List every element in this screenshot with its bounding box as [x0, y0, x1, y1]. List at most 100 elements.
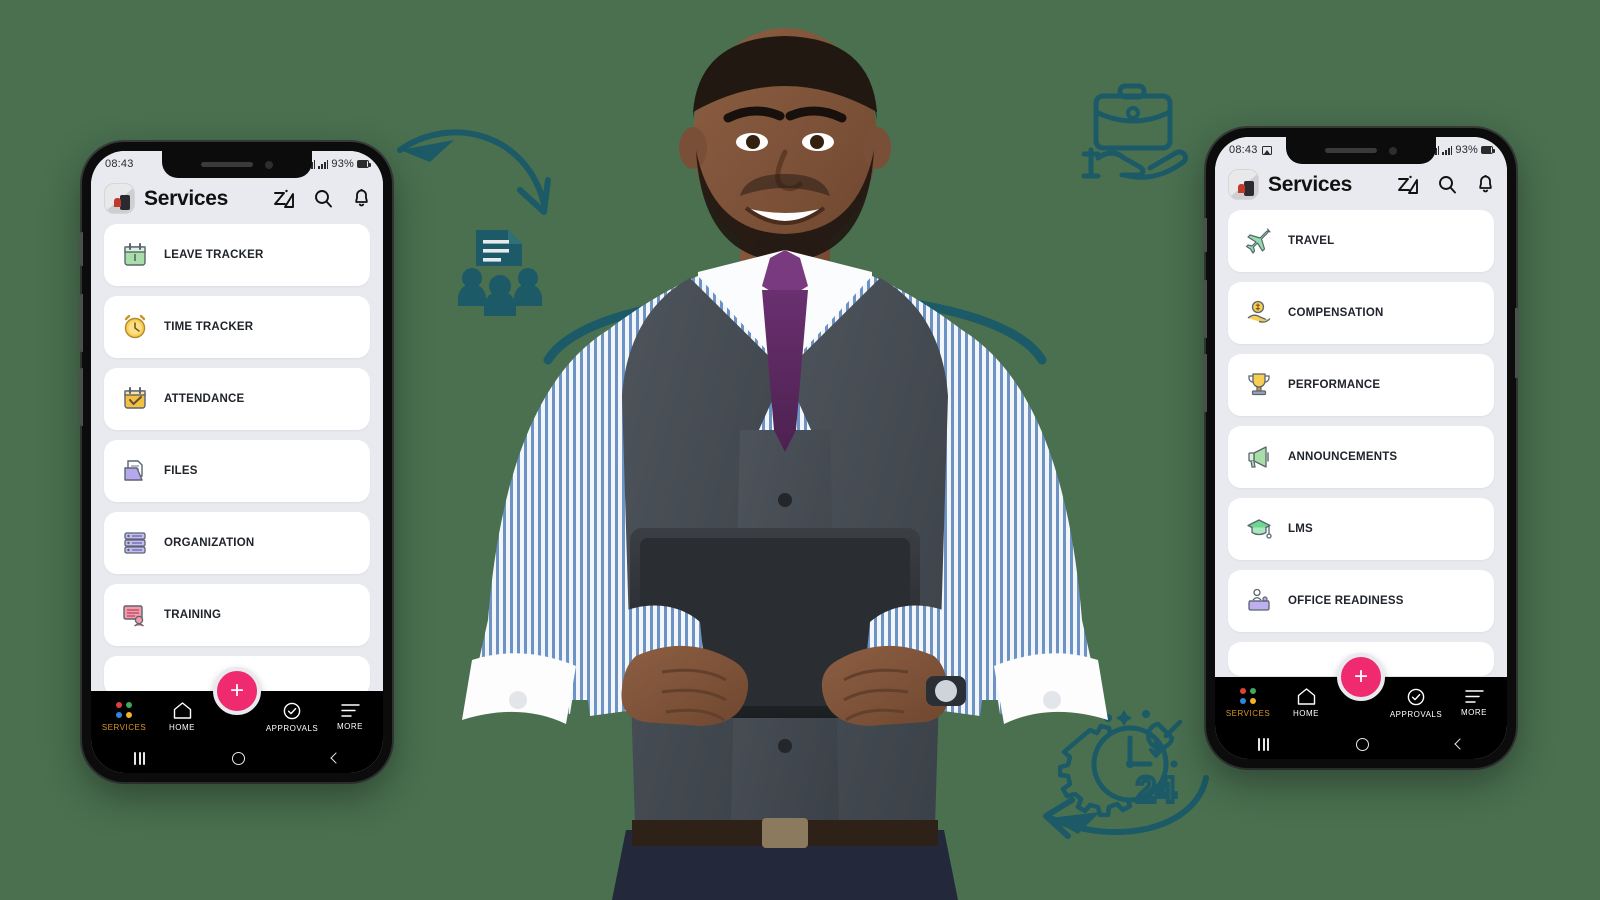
app-header-right: Services [1215, 163, 1507, 210]
back-button[interactable] [1453, 738, 1466, 750]
nav-item-more[interactable]: MORE [321, 691, 379, 743]
signal-icon-2 [1442, 145, 1453, 155]
calendar-leave-icon [122, 242, 148, 268]
alarm-clock-icon [122, 314, 148, 340]
service-card-announcements[interactable]: ANNOUNCEMENTS [1228, 426, 1494, 488]
add-button[interactable]: + [1337, 653, 1385, 701]
nav-label: HOME [169, 723, 195, 732]
service-label: TIME TRACKER [164, 321, 254, 333]
service-list-left: LEAVE TRACKER TIME TRACKER ATTENDANCE FI… [91, 224, 383, 691]
battery-icon [357, 160, 371, 168]
battery-percent: 93% [1455, 144, 1478, 156]
service-card-performance[interactable]: PERFORMANCE [1228, 354, 1494, 416]
search-icon[interactable] [314, 189, 333, 208]
battery-icon [1481, 146, 1495, 154]
brand-logo-icon[interactable] [1397, 175, 1418, 194]
airplane-icon [1245, 228, 1272, 254]
nav-label: HOME [1293, 709, 1319, 718]
service-card-training[interactable]: TRAINING [104, 584, 370, 646]
phone-right-screen: 08:43 93% Services TRAVEL COMPENSATION P… [1215, 137, 1507, 759]
search-icon[interactable] [1438, 175, 1457, 194]
training-board-icon [122, 602, 148, 628]
service-list-right: TRAVEL COMPENSATION PERFORMANCE ANNOUNCE… [1215, 210, 1507, 677]
trophy-icon [1246, 372, 1272, 398]
nav-label: MORE [337, 722, 363, 731]
service-card-organization[interactable]: ORGANIZATION [104, 512, 370, 574]
phone-right: 08:43 93% Services TRAVEL COMPENSATION P… [1203, 128, 1519, 768]
service-label: PERFORMANCE [1288, 379, 1381, 391]
service-card-attendance[interactable]: ATTENDANCE [104, 368, 370, 430]
nav-item-home[interactable]: HOME [153, 691, 211, 743]
service-card-leave-tracker[interactable]: LEAVE TRACKER [104, 224, 370, 286]
service-label: TRAINING [164, 609, 222, 621]
nav-item-home[interactable]: HOME [1277, 677, 1335, 729]
phone-side-button[interactable] [79, 368, 83, 426]
money-in-hand-icon [1246, 300, 1272, 326]
back-button[interactable] [329, 752, 342, 764]
page-title: Services [144, 186, 229, 210]
service-label: COMPENSATION [1288, 307, 1384, 319]
nav-item-more[interactable]: MORE [1445, 677, 1503, 729]
service-label: LMS [1288, 523, 1313, 535]
calendar-check-icon [122, 386, 148, 412]
nav-label: SERVICES [1225, 709, 1271, 718]
phone-left: 08:43 93% Services LEAVE TRACKER TIME TR… [79, 142, 392, 782]
service-label: TRAVEL [1288, 235, 1335, 247]
nav-item-approvals[interactable]: APPROVALS [263, 691, 321, 743]
avatar[interactable] [1228, 169, 1259, 200]
graduation-cap-icon [1246, 516, 1272, 542]
service-card-time-tracker[interactable]: TIME TRACKER [104, 296, 370, 358]
hamburger-menu-icon [1464, 690, 1484, 703]
hamburger-menu-icon [340, 704, 360, 717]
service-card-files[interactable]: FILES [104, 440, 370, 502]
service-card-compensation[interactable]: COMPENSATION [1228, 282, 1494, 344]
avatar[interactable] [104, 183, 135, 214]
system-nav-right [1215, 729, 1507, 759]
phone-power-button[interactable] [1515, 308, 1519, 378]
service-card-travel[interactable]: TRAVEL [1228, 210, 1494, 272]
recents-button[interactable] [1258, 737, 1270, 751]
add-button[interactable]: + [213, 667, 261, 715]
front-camera [265, 160, 273, 169]
front-camera [1389, 146, 1397, 155]
system-nav-left [91, 743, 383, 773]
earpiece-speaker [201, 162, 253, 167]
service-card-lms[interactable]: LMS [1228, 498, 1494, 560]
nav-label: MORE [1461, 708, 1487, 717]
service-label: ORGANIZATION [164, 537, 255, 549]
earpiece-speaker [1325, 148, 1377, 153]
app-header-left: Services [91, 177, 383, 224]
status-time: 08:43 [1229, 144, 1258, 156]
service-card-office-readiness[interactable]: OFFICE READINESS [1228, 570, 1494, 632]
home-button[interactable] [231, 751, 245, 765]
folder-files-icon [122, 458, 148, 484]
status-bar-right: 08:43 93% [1215, 137, 1507, 164]
service-label: ANNOUNCEMENTS [1288, 451, 1398, 463]
megaphone-icon [1246, 444, 1272, 470]
status-bar-left: 08:43 93% [91, 151, 383, 178]
phone-side-button[interactable] [1203, 354, 1207, 412]
bottom-nav-wrapper-right: + SERVICES HOME APPROVALS MORE [1215, 653, 1507, 759]
businessman-with-tablet [462, 28, 1108, 900]
nav-label: APPROVALS [1389, 709, 1443, 719]
four-dots-icon [1239, 688, 1257, 705]
nav-item-services[interactable]: SERVICES [1219, 677, 1277, 729]
notification-bell-icon[interactable] [1477, 175, 1494, 194]
home-button[interactable] [1355, 737, 1369, 751]
battery-percent: 93% [331, 158, 354, 170]
nav-item-approvals[interactable]: APPROVALS [1387, 677, 1445, 729]
four-dots-icon [115, 702, 133, 719]
status-time: 08:43 [105, 158, 134, 170]
home-icon [173, 702, 191, 719]
recents-button[interactable] [134, 751, 146, 765]
service-label: ATTENDANCE [164, 393, 245, 405]
service-label: LEAVE TRACKER [164, 249, 264, 261]
page-title: Services [1268, 172, 1353, 196]
service-label: FILES [164, 465, 198, 477]
brand-logo-icon[interactable] [273, 189, 294, 208]
home-icon [1297, 688, 1315, 705]
service-label: OFFICE READINESS [1288, 595, 1404, 607]
nav-item-services[interactable]: SERVICES [95, 691, 153, 743]
notification-bell-icon[interactable] [353, 189, 370, 208]
phone-left-screen: 08:43 93% Services LEAVE TRACKER TIME TR… [91, 151, 383, 773]
